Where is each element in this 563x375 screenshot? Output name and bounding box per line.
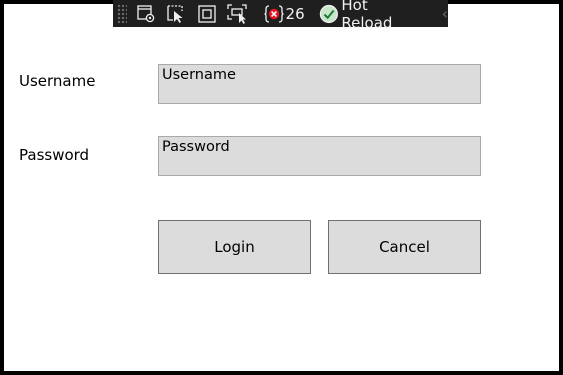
toolbar-grip[interactable]: [117, 4, 127, 23]
login-form: Username Username Password Password Logi…: [4, 4, 559, 371]
cancel-button[interactable]: Cancel: [328, 220, 481, 274]
check-circle-icon: [319, 4, 338, 23]
display-layout-adorners-icon[interactable]: [194, 0, 220, 27]
password-label: Password: [19, 146, 90, 164]
binding-failures[interactable]: 26: [263, 4, 305, 24]
binding-failure-count: 26: [285, 4, 305, 23]
username-field[interactable]: Username: [158, 64, 481, 104]
hot-reload-button[interactable]: Hot Reload: [319, 0, 423, 32]
app-window: Username Username Password Password Logi…: [0, 0, 563, 375]
username-label: Username: [19, 72, 96, 90]
binding-failure-icon: [263, 4, 284, 23]
login-button-label: Login: [214, 238, 255, 256]
chevron-left-icon[interactable]: ‹: [442, 4, 448, 23]
live-visual-tree-icon[interactable]: [133, 0, 159, 27]
cancel-button-label: Cancel: [379, 238, 430, 256]
track-focused-element-icon[interactable]: [225, 0, 251, 27]
login-button[interactable]: Login: [158, 220, 311, 274]
password-field[interactable]: Password: [158, 136, 481, 176]
debug-toolbar: 26 Hot Reload ‹: [113, 0, 448, 32]
hot-reload-label: Hot Reload: [341, 0, 393, 32]
select-element-icon[interactable]: [164, 0, 190, 27]
